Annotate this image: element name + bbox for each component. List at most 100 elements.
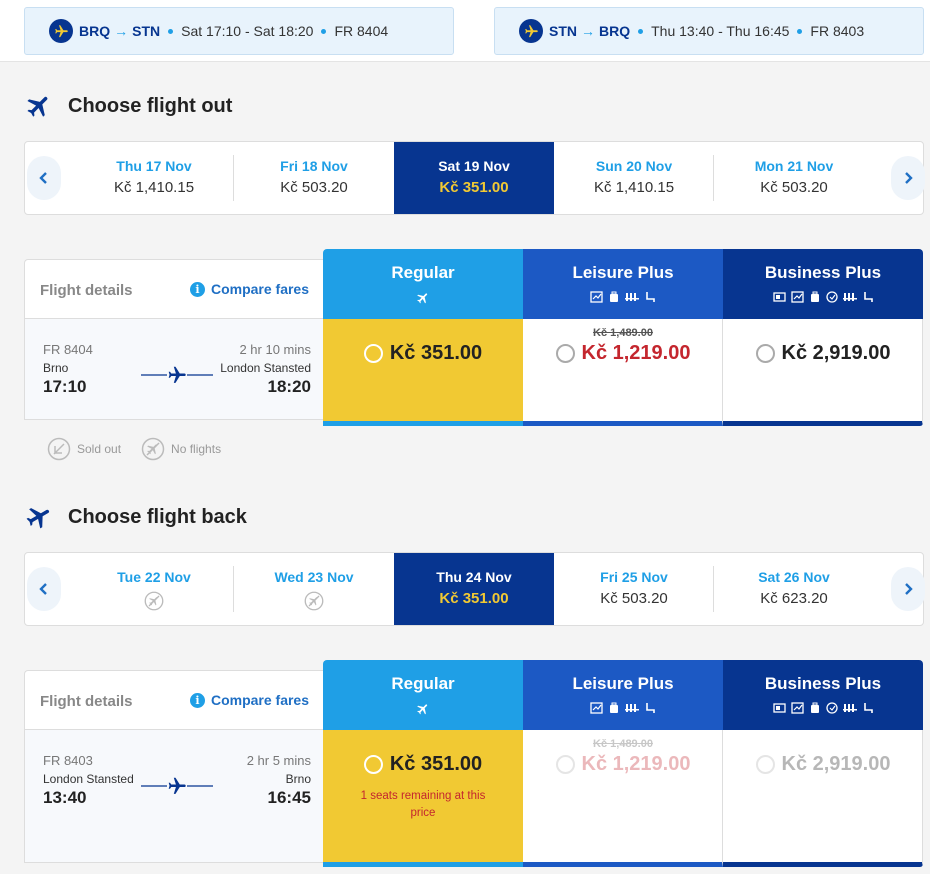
date-price: Kč 503.20	[600, 590, 668, 607]
flight-details-label: Flight details	[40, 693, 133, 710]
radio-button[interactable]	[363, 344, 383, 363]
fare-header-leisure-plus: Leisure Plus	[523, 249, 723, 319]
date-price: Kč 1,410.15	[593, 179, 675, 196]
date-option-selected[interactable]: Sat 19 Nov Kč 351.00	[394, 142, 554, 214]
chevron-left-icon[interactable]	[27, 156, 61, 200]
date-option[interactable]: Fri 18 Nov Kč 503.20	[234, 142, 394, 214]
date-label: Tue 22 Nov	[117, 569, 191, 585]
outbound-date-carousel: Thu 17 Nov Kč 1,410.15 Fri 18 Nov Kč 503…	[24, 141, 925, 215]
chevron-right-icon[interactable]	[891, 156, 925, 200]
chart-icon	[590, 702, 603, 714]
fare-header-regular: Regular	[323, 249, 523, 319]
date-label: Fri 25 Nov	[600, 569, 668, 585]
flight-duration: 2 hr 10 mins	[239, 342, 311, 357]
plane-icon	[49, 19, 73, 43]
departure-city: London Stansted	[43, 772, 134, 786]
plane-icon	[417, 293, 428, 304]
fare-option-leisure-plus[interactable]: Kč 1,489.00 Kč 1,219.00	[523, 319, 723, 426]
no-flights-icon	[141, 437, 165, 461]
seat-row-icon	[842, 293, 857, 301]
date-label: Sat 19 Nov	[438, 158, 510, 174]
fare-name: Leisure Plus	[572, 674, 674, 693]
clock-icon	[825, 291, 838, 303]
date-option[interactable]: Thu 17 Nov Kč 1,410.15	[74, 142, 234, 214]
arrival-time: 16:45	[267, 788, 311, 807]
fare-icons	[523, 291, 723, 303]
date-option[interactable]: Sun 20 Nov Kč 1,410.15	[554, 142, 714, 214]
luggage-icon	[810, 291, 819, 302]
date-option[interactable]: Mon 21 Nov Kč 503.20	[714, 142, 874, 214]
route-plane-icon	[141, 365, 213, 385]
radio-button[interactable]	[755, 755, 775, 774]
seat-row-icon	[625, 293, 639, 301]
fare-price: Kč 2,919.00	[781, 753, 891, 775]
section-title: Choose flight back	[68, 505, 247, 528]
departure-city: Brno	[43, 361, 69, 375]
no-flights-icon	[144, 591, 164, 611]
outbound-heading: Choose flight out	[25, 92, 232, 120]
fare-name: Leisure Plus	[572, 263, 674, 282]
compare-fares-link[interactable]: i Compare fares	[189, 281, 309, 297]
seat-icon	[646, 703, 655, 713]
inbound-summary[interactable]: STN → BRQ Thu 13:40 - Thu 16:45 FR 8403	[494, 7, 924, 55]
fare-name: Regular	[391, 674, 455, 693]
flight-number: FR 8403	[810, 23, 865, 39]
return-heading: Choose flight back	[25, 503, 247, 531]
date-price: Kč 503.20	[760, 179, 828, 196]
flight-details-card[interactable]: FR 8403 2 hr 5 mins London Stansted Brno…	[24, 730, 324, 863]
radio-button[interactable]	[755, 344, 775, 363]
plane-landing-icon	[26, 508, 50, 529]
return-date-carousel: Tue 22 Nov Wed 23 Nov Thu 24 Nov Kč 351.…	[24, 552, 925, 626]
outbound-summary[interactable]: BRQ → STN Sat 17:10 - Sat 18:20 FR 8404	[24, 7, 454, 55]
arrival-city: Brno	[285, 772, 311, 786]
separator-dot	[168, 28, 174, 34]
luggage-icon	[610, 291, 618, 302]
arrival-time: 18:20	[267, 377, 311, 396]
flight-details-card[interactable]: FR 8404 2 hr 10 mins Brno London Stanste…	[24, 319, 324, 420]
date-price: Kč 351.00	[439, 590, 509, 607]
fare-option-regular[interactable]: Kč 351.00	[323, 319, 523, 426]
info-icon: i	[189, 281, 205, 297]
fare-option-business-plus[interactable]: Kč 2,919.00	[723, 319, 923, 426]
chart-icon	[790, 702, 804, 714]
fare-option-business-plus[interactable]: Kč 2,919.00	[723, 730, 923, 867]
radio-button[interactable]	[555, 755, 575, 774]
fare-icons	[723, 702, 923, 714]
seat-row-icon	[625, 704, 639, 712]
fare-option-regular[interactable]: Kč 351.00 1 seats remaining at this pric…	[323, 730, 523, 867]
origin-code: STN	[549, 23, 577, 39]
info-icon: i	[189, 692, 205, 708]
date-option[interactable]: Fri 25 Nov Kč 503.20	[554, 553, 714, 625]
fare-price: Kč 2,919.00	[781, 342, 891, 364]
date-label: Mon 21 Nov	[754, 158, 834, 174]
fare-price: Kč 1,219.00	[581, 753, 691, 775]
arrow-right-icon: →	[114, 23, 129, 39]
fare-option-leisure-plus[interactable]: Kč 1,489.00 Kč 1,219.00	[523, 730, 723, 867]
flight-times: Sat 17:10 - Sat 18:20	[181, 23, 314, 39]
chevron-right-icon[interactable]	[891, 567, 925, 611]
fare-header-regular: Regular	[323, 660, 523, 730]
date-option-selected[interactable]: Thu 24 Nov Kč 351.00	[394, 553, 554, 625]
fare-icons	[523, 702, 723, 714]
compare-fares-link[interactable]: i Compare fares	[189, 692, 309, 708]
date-option[interactable]: Sat 26 Nov Kč 623.20	[714, 553, 874, 625]
legend-label: No flights	[171, 442, 222, 456]
fare-header-business-plus: Business Plus	[723, 249, 923, 319]
fare-name: Business Plus	[764, 674, 882, 693]
arrival-city: London Stansted	[220, 361, 311, 375]
fare-icons	[723, 291, 923, 303]
date-label: Sat 26 Nov	[758, 569, 830, 585]
radio-button[interactable]	[555, 344, 575, 363]
departure-time: 13:40	[43, 788, 87, 807]
seats-remaining-note: 1 seats remaining at this price	[360, 790, 486, 819]
date-label: Thu 17 Nov	[116, 158, 192, 174]
date-label: Thu 24 Nov	[436, 569, 512, 585]
destination-code: STN	[132, 23, 161, 39]
flight-details-header: Flight details i Compare fares	[24, 670, 323, 730]
fare-header-leisure-plus: Leisure Plus	[523, 660, 723, 730]
route-plane-icon	[141, 776, 213, 796]
no-flights-icon	[304, 591, 324, 611]
legend-label: Sold out	[77, 442, 122, 456]
radio-button[interactable]	[363, 755, 383, 774]
chevron-left-icon[interactable]	[27, 567, 61, 611]
